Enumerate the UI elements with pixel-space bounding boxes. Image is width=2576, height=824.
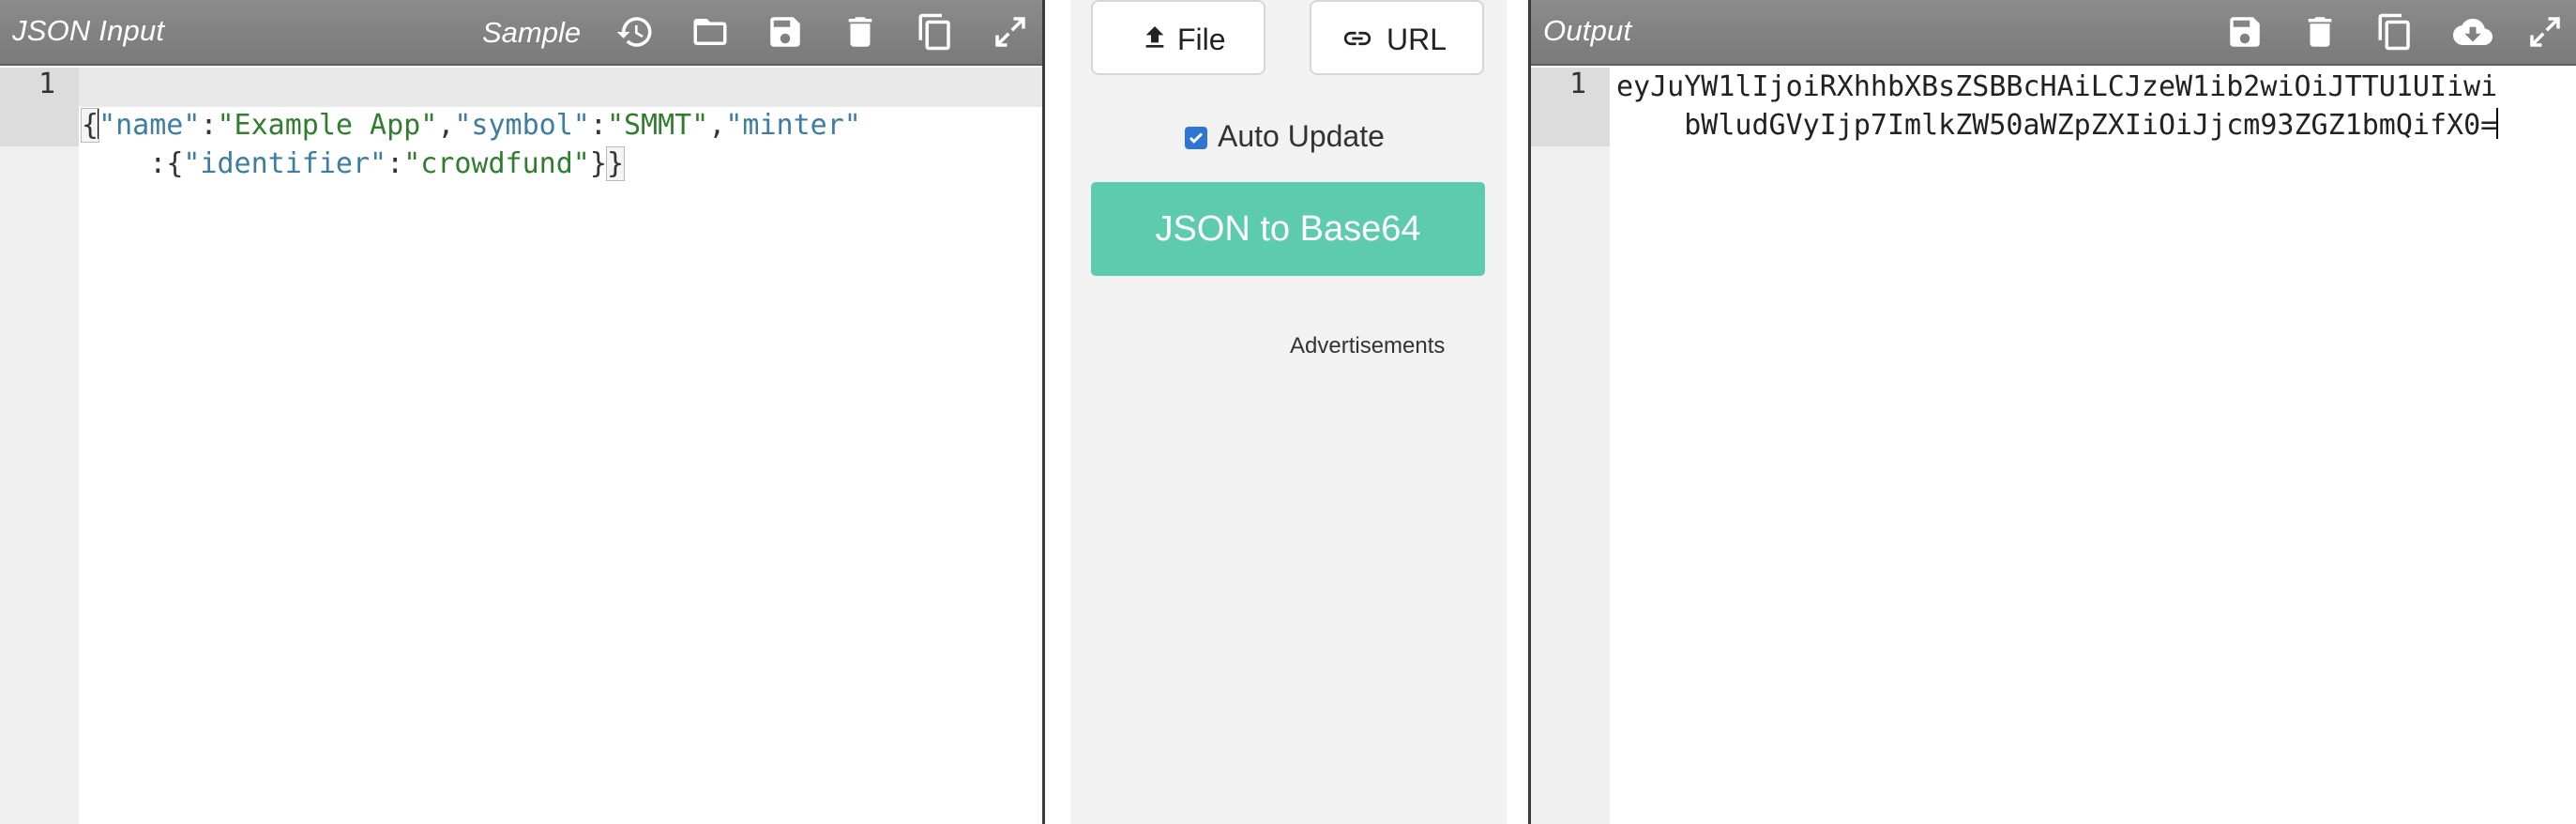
panel-title: Output — [1543, 14, 1632, 47]
download-cloud-icon[interactable] — [2450, 12, 2495, 52]
output-line-1: eyJuYW1lIjoiRXhhbXBsZSBBcHAiLCJzeW1ib2wi… — [1616, 70, 2498, 103]
output-line-2: bWludGVyIjp7ImlkZW50aWZpZXIiOiJjcm93ZGZ1… — [1684, 109, 2498, 142]
sample-button[interactable]: Sample — [482, 16, 581, 50]
url-load-button[interactable]: URL — [1310, 0, 1484, 75]
file-button-label: File — [1177, 23, 1226, 56]
copy-icon[interactable] — [2375, 12, 2415, 52]
open-folder-icon[interactable] — [690, 12, 730, 52]
save-icon[interactable] — [2225, 12, 2265, 52]
save-icon[interactable] — [765, 12, 805, 52]
json-to-base64-button[interactable]: JSON to Base64 — [1091, 182, 1485, 276]
upload-icon — [1140, 21, 1170, 54]
output-toolbar: Output — [1531, 0, 2576, 66]
line-number: 1 — [0, 68, 79, 146]
line-gutter: 1 — [0, 68, 79, 824]
history-icon[interactable] — [615, 12, 655, 52]
link-icon — [1338, 23, 1377, 54]
json-input-toolbar: JSON Input Sample — [0, 0, 1042, 66]
fullscreen-icon[interactable] — [991, 12, 1030, 52]
fullscreen-icon[interactable] — [2525, 12, 2565, 52]
json-input-editor[interactable]: {"name":"Example App","symbol":"SMMT","m… — [80, 68, 861, 221]
delete-icon[interactable] — [841, 12, 880, 52]
controls-column: File URL Auto Update JSON to Base64 Adve… — [1070, 0, 1507, 824]
url-button-label: URL — [1386, 23, 1447, 56]
auto-update-checkbox[interactable] — [1185, 127, 1207, 149]
panel-title: JSON Input — [12, 14, 165, 47]
base64-output-editor[interactable]: eyJuYW1lIjoiRXhhbXBsZSBBcHAiLCJzeW1ib2wi… — [1616, 68, 2499, 145]
json-input-panel: JSON Input Sample 1 {"name":"Example App… — [0, 0, 1045, 824]
delete-icon[interactable] — [2300, 12, 2340, 52]
copy-icon[interactable] — [916, 12, 955, 52]
line-number: 1 — [1531, 68, 1610, 146]
line-gutter: 1 — [1531, 68, 1610, 824]
advertisements-label: Advertisements — [1290, 333, 1446, 359]
file-upload-button[interactable]: File — [1091, 0, 1265, 75]
auto-update-label: Auto Update — [1218, 119, 1385, 153]
